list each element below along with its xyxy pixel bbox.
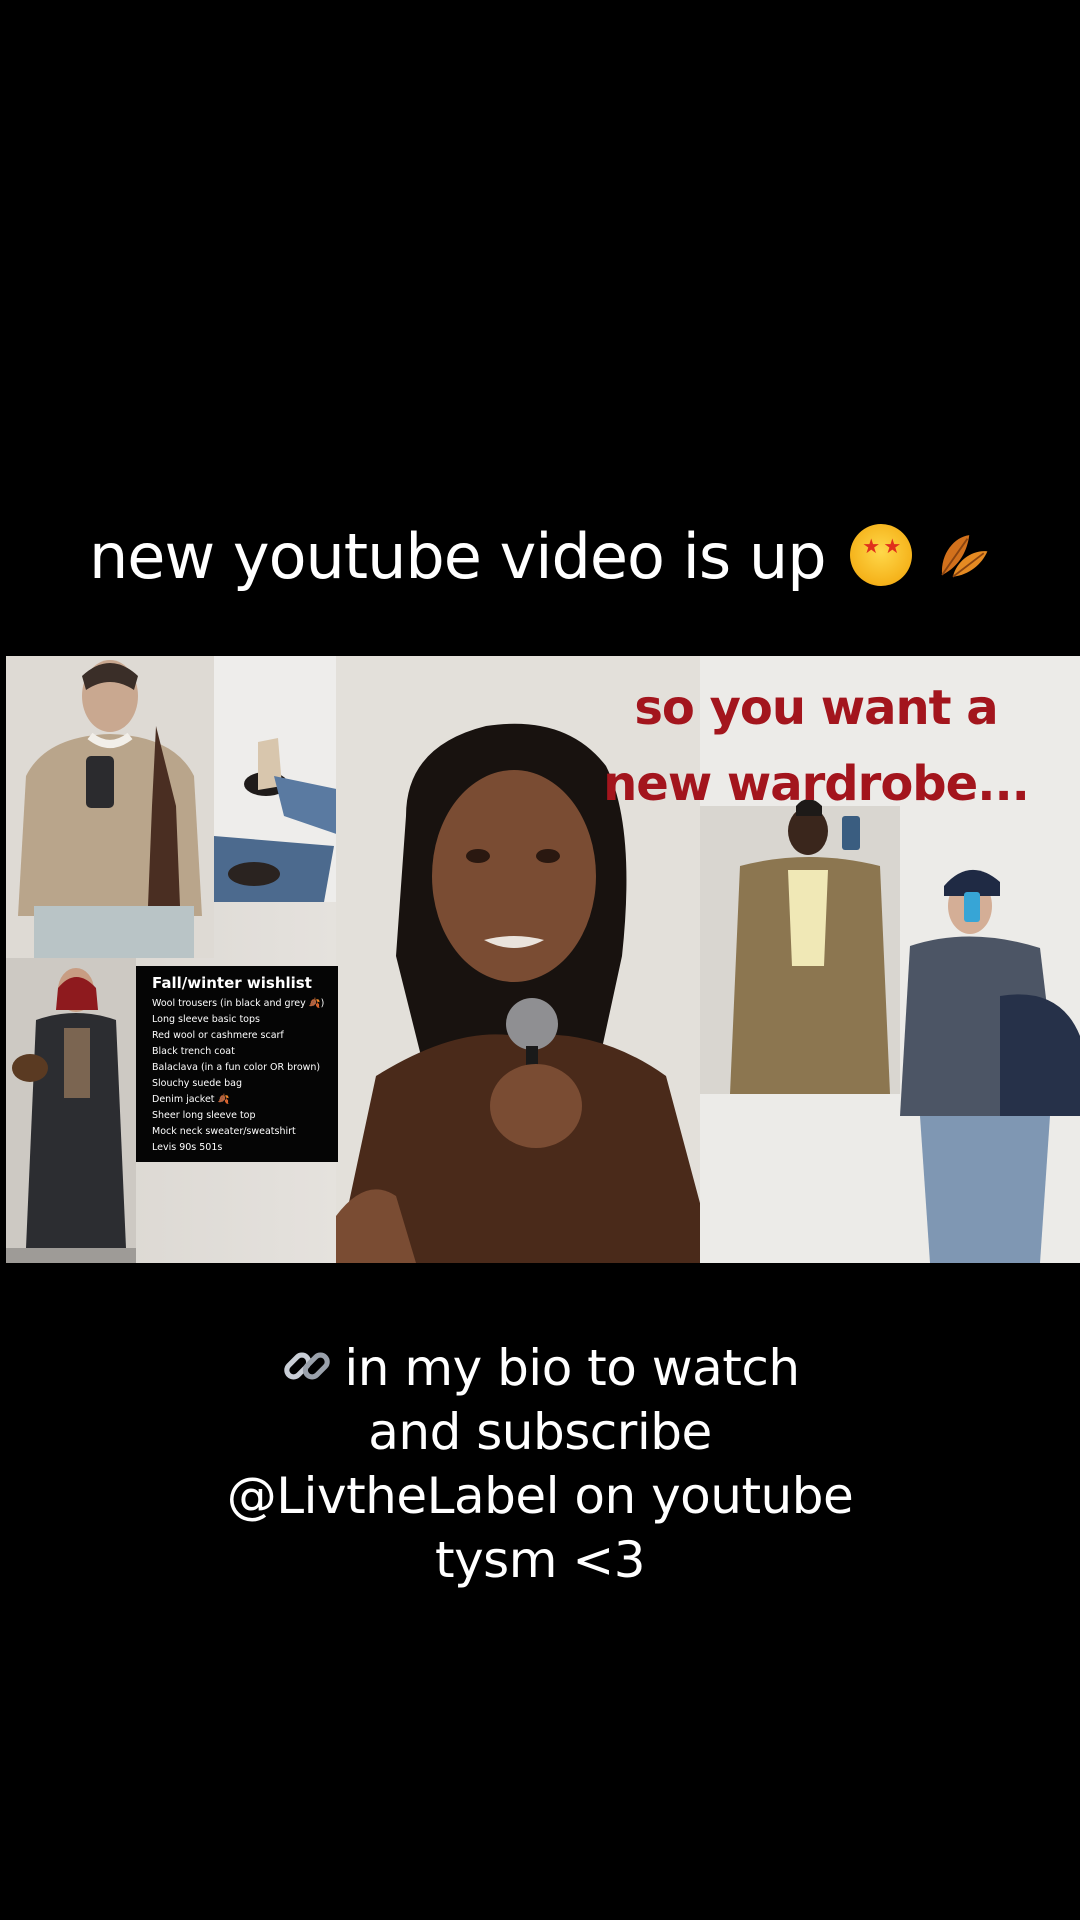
- headline-line-2: new wardrobe...: [603, 756, 1030, 812]
- wishlist-item: Wool trousers (in black and grey 🍂): [152, 998, 325, 1009]
- star-struck-emoji-icon: [850, 524, 913, 586]
- wishlist-item: Denim jacket 🍂: [152, 1094, 230, 1105]
- bottom-caption-line-1: in my bio to watch: [0, 1336, 1080, 1400]
- wishlist-card: Fall/winter wishlist Wool trousers (in b…: [136, 966, 338, 1162]
- wishlist-item: Long sleeve basic tops: [152, 1014, 260, 1025]
- top-caption-text: new youtube video is up: [89, 520, 827, 593]
- wishlist-item: Red wool or cashmere scarf: [152, 1030, 284, 1041]
- sweater-outfit-illustration: [6, 656, 214, 958]
- wishlist-item: Black trench coat: [152, 1046, 235, 1057]
- wishlist-item: Balaclava (in a fun color OR brown): [152, 1062, 321, 1073]
- bottom-caption: in my bio to watch and subscribe @Livthe…: [0, 1336, 1080, 1592]
- headline-line-1: so you want a: [634, 680, 998, 736]
- wishlist-item: Mock neck sweater/sweatshirt: [152, 1126, 296, 1137]
- wishlist-item: Slouchy suede bag: [152, 1078, 242, 1089]
- outfit-photo-trench-coat: [6, 958, 136, 1263]
- wishlist-item: Sheer long sleeve top: [152, 1110, 256, 1121]
- video-thumbnail[interactable]: so you want a new wardrobe... Fall/winte…: [6, 656, 1080, 1263]
- outfit-photo-top-left: [6, 656, 214, 958]
- wishlist-title: Fall/winter wishlist: [152, 974, 312, 992]
- top-caption: new youtube video is up: [0, 520, 1080, 593]
- link-icon: [284, 1352, 331, 1380]
- trench-coat-illustration: [6, 958, 136, 1263]
- fallen-leaf-emoji-icon: [941, 535, 988, 578]
- bottom-caption-line-3: @LivtheLabel on youtube: [226, 1467, 854, 1525]
- bottom-caption-line-2: and subscribe: [368, 1403, 712, 1461]
- thumbnail-headline: so you want a new wardrobe...: [586, 670, 1046, 822]
- bottom-caption-line-4: tysm <3: [434, 1531, 646, 1589]
- wishlist-item: Levis 90s 501s: [152, 1142, 223, 1153]
- bottom-caption-text-1: in my bio to watch: [344, 1339, 800, 1397]
